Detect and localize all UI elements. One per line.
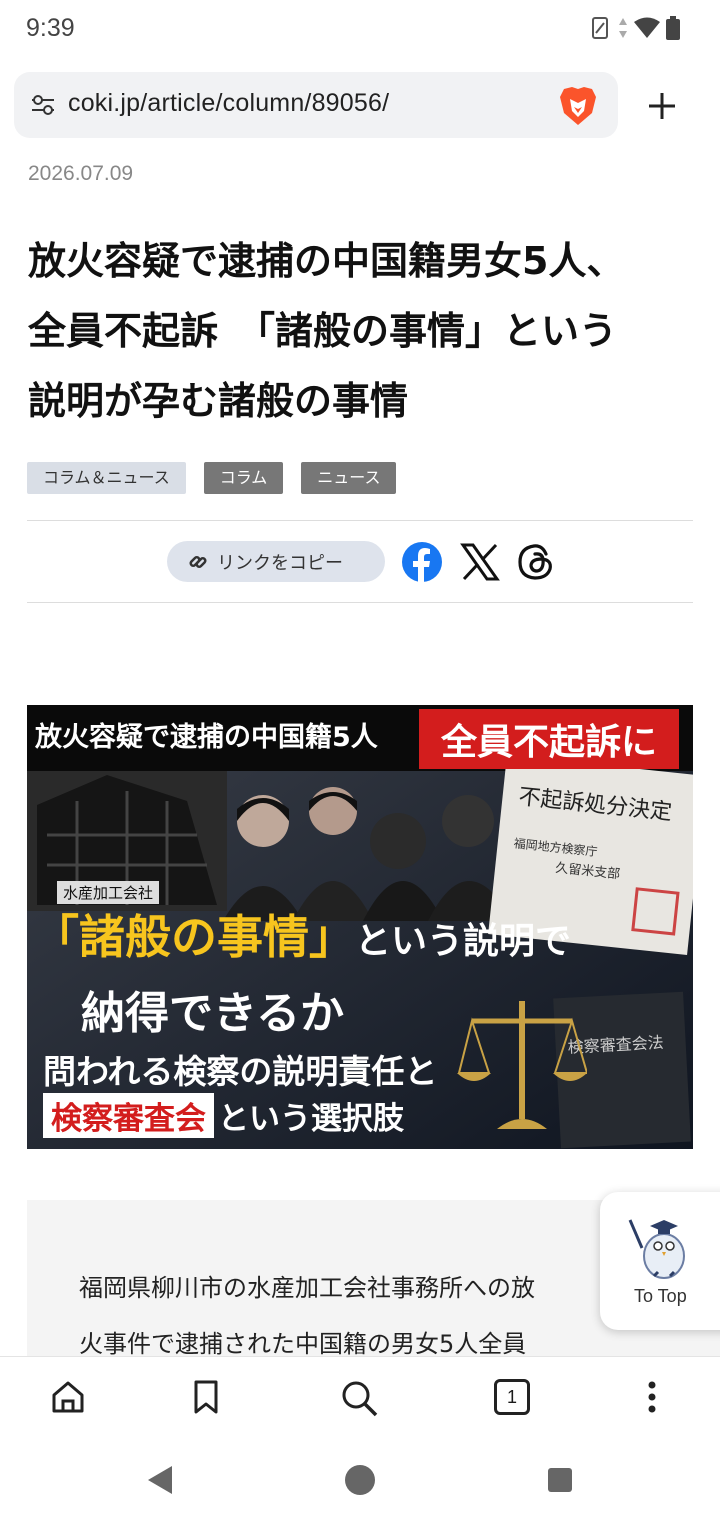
article-date: 2026.07.09 [28, 162, 134, 185]
bookmark-icon[interactable] [190, 1379, 222, 1415]
status-bar: 9:39 [0, 0, 720, 60]
home-icon[interactable] [50, 1379, 86, 1415]
back-icon[interactable] [144, 1464, 174, 1496]
tabs-icon[interactable]: 1 [494, 1379, 530, 1415]
more-vert-icon[interactable] [640, 1379, 664, 1415]
tag-news[interactable]: ニュース [301, 462, 397, 494]
tag-list: コラム＆ニュース コラム ニュース [27, 462, 397, 494]
url-text[interactable]: coki.jp/article/column/89056/ [68, 89, 389, 118]
plus-icon [649, 93, 675, 119]
browser-toolbar: 1 [0, 1356, 720, 1440]
search-icon[interactable] [340, 1379, 378, 1417]
hero-image: 不起訴処分決定 福岡地方検察庁 久留米支部 放火容疑で逮捕の中国籍5人 全員不起… [27, 705, 693, 1149]
home-circle-icon[interactable] [344, 1464, 376, 1496]
title-line: 放火容疑で逮捕の中国籍男女5人、 [28, 239, 625, 283]
copy-link-button[interactable]: リンクをコピー [167, 541, 385, 582]
recents-icon[interactable] [546, 1466, 574, 1494]
battery-icon [666, 16, 680, 40]
tab-count: 1 [506, 1387, 517, 1407]
tag-column[interactable]: コラム [203, 462, 284, 494]
hero-big-text: 「諸般の事情」という説明で [33, 901, 571, 967]
hero-doc-title: 不起訴処分決定 [517, 784, 674, 826]
hero-red-banner: 全員不起訴に [419, 709, 679, 769]
title-line: 説明が孕む諸般の事情 [28, 379, 409, 423]
wifi-icon [634, 17, 660, 38]
x-icon[interactable] [458, 540, 502, 584]
hero-line3: 問われる検察の説明責任と [43, 1052, 438, 1091]
link-icon [189, 555, 207, 568]
status-time: 9:39 [26, 14, 75, 42]
rotate-icon [592, 17, 608, 39]
scales-icon [457, 1001, 587, 1129]
hero-big-yellow: 「諸般の事情」 [33, 910, 355, 964]
system-nav-bar [0, 1440, 720, 1520]
to-top-label: To Top [634, 1286, 687, 1306]
title-line: 全員不起訴 「諸般の事情」という [28, 309, 618, 353]
hero-stamp [631, 887, 680, 936]
hero-line4-highlight: 検察審査会 [43, 1093, 214, 1138]
divider [27, 602, 693, 603]
tag-column-news[interactable]: コラム＆ニュース [27, 462, 186, 494]
divider [27, 520, 693, 521]
facebook-icon[interactable] [400, 540, 444, 584]
body-line: 福岡県柳川市の水産加工会社事務所への放 [79, 1274, 535, 1302]
address-bar[interactable]: coki.jp/article/column/89056/ [14, 72, 618, 138]
article-title: 放火容疑で逮捕の中国籍男女5人、 全員不起訴 「諸般の事情」という 説明が孕む諸… [28, 226, 698, 436]
brave-lion-icon[interactable] [558, 85, 598, 127]
hero-line4: 検察審査会 という選択肢 [43, 1093, 404, 1138]
hero-doc-branch: 久留米支部 [554, 860, 621, 883]
data-arrows-icon [619, 18, 627, 38]
hero-big-white: という説明で [355, 921, 572, 962]
copy-link-label: リンクをコピー [217, 552, 343, 574]
to-top-button[interactable]: To Top [600, 1192, 720, 1330]
hero-people [223, 787, 513, 921]
threads-icon[interactable] [514, 540, 558, 584]
hero-line2: 納得できるか [81, 988, 345, 1039]
hero-headline: 放火容疑で逮捕の中国籍5人 [35, 722, 378, 753]
tune-icon[interactable] [30, 93, 56, 117]
new-tab-button[interactable] [640, 84, 684, 128]
status-icons [590, 16, 680, 40]
owl-mascot-icon [628, 1219, 685, 1279]
hero-line4-rest: という選択肢 [218, 1101, 404, 1137]
